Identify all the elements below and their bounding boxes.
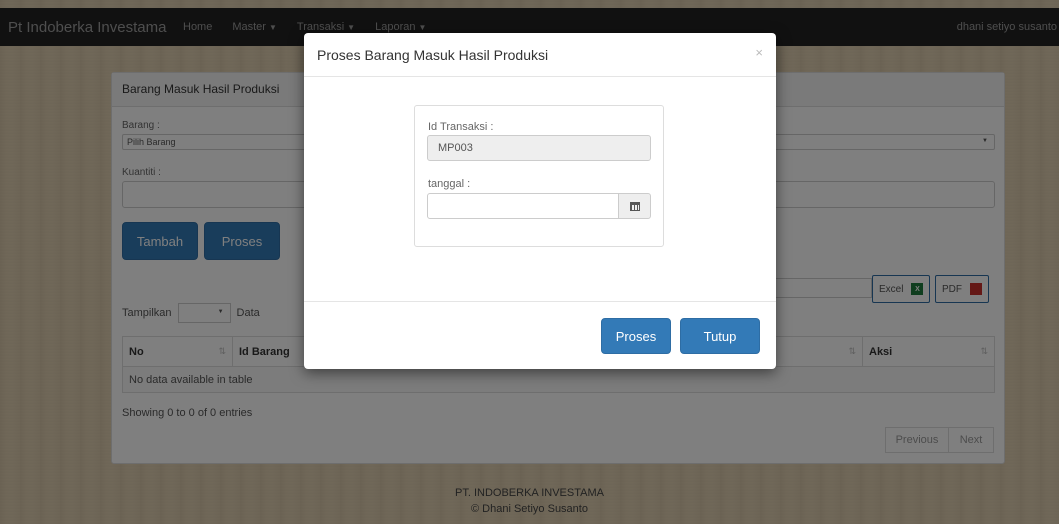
- modal-footer: Proses Tutup: [304, 301, 776, 369]
- calendar-icon: [629, 201, 640, 211]
- modal-header: Proses Barang Masuk Hasil Produksi ×: [304, 33, 776, 77]
- modal-form-box: Id Transaksi : MP003 tanggal :: [414, 105, 664, 247]
- id-transaksi-input[interactable]: MP003: [427, 135, 651, 161]
- modal-dialog: Proses Barang Masuk Hasil Produksi × Id …: [304, 33, 776, 369]
- modal-title: Proses Barang Masuk Hasil Produksi: [317, 47, 549, 63]
- calendar-button[interactable]: [618, 193, 651, 219]
- id-transaksi-label: Id Transaksi :: [428, 121, 494, 133]
- tanggal-input[interactable]: [427, 193, 619, 219]
- tanggal-label: tanggal :: [428, 178, 471, 190]
- close-icon[interactable]: ×: [755, 45, 763, 60]
- modal-tutup-button[interactable]: Tutup: [680, 318, 760, 354]
- modal-proses-button[interactable]: Proses: [601, 318, 671, 354]
